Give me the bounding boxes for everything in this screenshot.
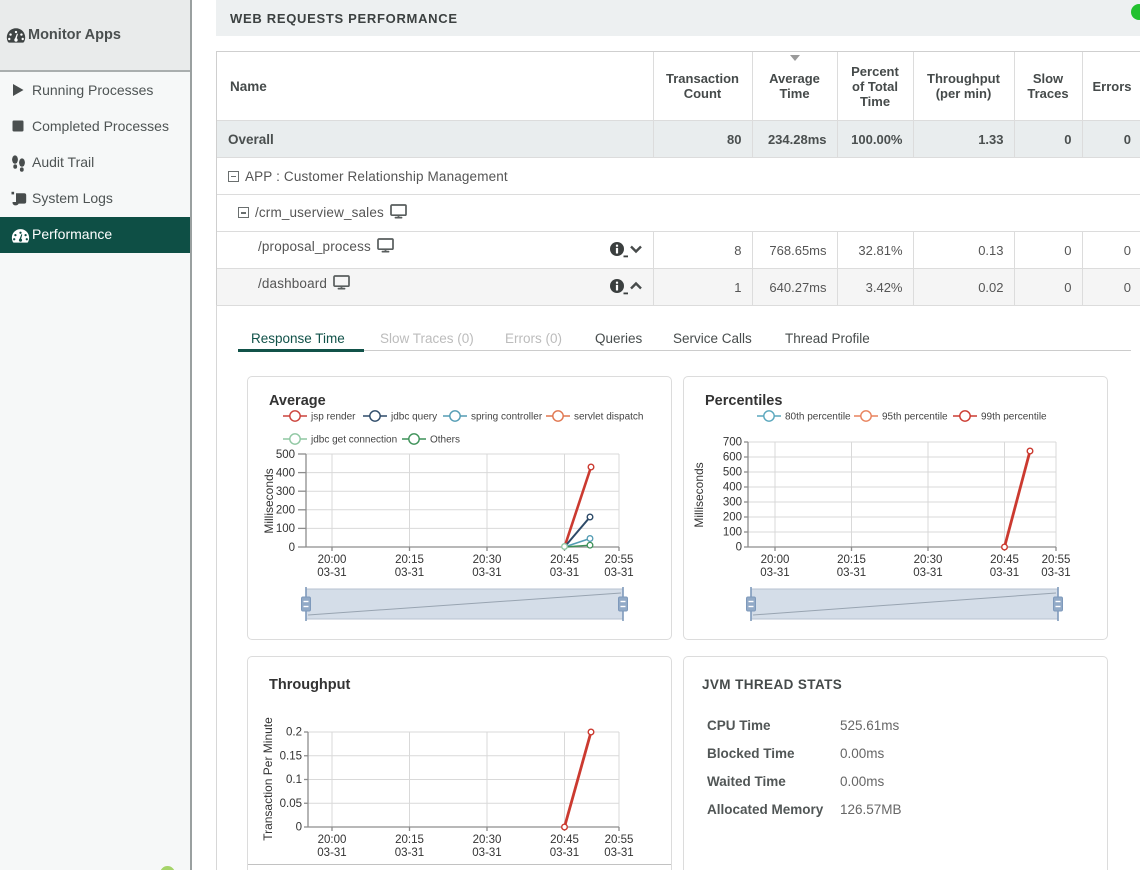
svg-text:jsp render: jsp render [310, 412, 356, 423]
svg-text:03-31: 03-31 [604, 567, 633, 579]
svg-text:20:15: 20:15 [395, 834, 424, 846]
svg-text:80th percentile: 80th percentile [785, 412, 851, 423]
svg-text:20:15: 20:15 [837, 554, 866, 566]
svg-text:03-31: 03-31 [395, 847, 424, 859]
svg-text:20:55: 20:55 [605, 554, 634, 566]
svg-text:Milliseconds: Milliseconds [692, 462, 706, 527]
svg-text:03-31: 03-31 [395, 567, 424, 579]
svg-text:servlet dispatch: servlet dispatch [574, 412, 643, 423]
svg-text:spring controller: spring controller [471, 412, 543, 423]
svg-text:03-31: 03-31 [550, 567, 579, 579]
svg-text:20:30: 20:30 [473, 834, 502, 846]
svg-text:03-31: 03-31 [1041, 567, 1070, 579]
svg-text:300: 300 [276, 486, 295, 498]
svg-text:20:45: 20:45 [990, 554, 1019, 566]
svg-text:20:30: 20:30 [914, 554, 943, 566]
svg-text:99th percentile: 99th percentile [981, 412, 1047, 423]
svg-text:03-31: 03-31 [604, 847, 633, 859]
svg-text:03-31: 03-31 [550, 847, 579, 859]
svg-text:0: 0 [289, 542, 295, 554]
svg-text:Transaction Per Minute: Transaction Per Minute [261, 717, 275, 841]
svg-text:20:30: 20:30 [473, 554, 502, 566]
svg-text:0.15: 0.15 [280, 750, 302, 762]
svg-text:0.2: 0.2 [286, 727, 302, 739]
svg-text:700: 700 [723, 437, 742, 449]
svg-text:03-31: 03-31 [472, 847, 501, 859]
svg-text:0: 0 [296, 822, 302, 834]
svg-text:20:55: 20:55 [605, 834, 634, 846]
svg-text:400: 400 [723, 482, 742, 494]
svg-text:20:00: 20:00 [761, 554, 790, 566]
svg-text:Milliseconds: Milliseconds [262, 468, 276, 533]
svg-text:03-31: 03-31 [317, 567, 346, 579]
svg-text:03-31: 03-31 [913, 567, 942, 579]
svg-text:03-31: 03-31 [472, 567, 501, 579]
svg-text:0.05: 0.05 [280, 798, 302, 810]
svg-text:200: 200 [276, 505, 295, 517]
svg-text:03-31: 03-31 [837, 567, 866, 579]
svg-text:100: 100 [276, 523, 295, 535]
svg-text:95th percentile: 95th percentile [882, 412, 948, 423]
svg-text:20:55: 20:55 [1042, 554, 1071, 566]
svg-text:03-31: 03-31 [317, 847, 346, 859]
svg-text:20:15: 20:15 [395, 554, 424, 566]
svg-text:20:00: 20:00 [318, 554, 347, 566]
svg-text:03-31: 03-31 [990, 567, 1019, 579]
svg-text:Others: Others [430, 435, 460, 446]
svg-text:20:45: 20:45 [550, 554, 579, 566]
svg-text:300: 300 [723, 497, 742, 509]
svg-text:200: 200 [723, 512, 742, 524]
svg-text:100: 100 [723, 527, 742, 539]
svg-text:0.1: 0.1 [286, 774, 302, 786]
svg-text:500: 500 [723, 467, 742, 479]
svg-text:500: 500 [276, 449, 295, 461]
svg-text:20:45: 20:45 [550, 834, 579, 846]
svg-text:600: 600 [723, 452, 742, 464]
svg-text:0: 0 [736, 542, 742, 554]
svg-text:03-31: 03-31 [760, 567, 789, 579]
svg-text:jdbc get connection: jdbc get connection [310, 435, 397, 446]
svg-text:20:00: 20:00 [318, 834, 347, 846]
svg-text:jdbc query: jdbc query [390, 412, 437, 423]
svg-text:400: 400 [276, 468, 295, 480]
